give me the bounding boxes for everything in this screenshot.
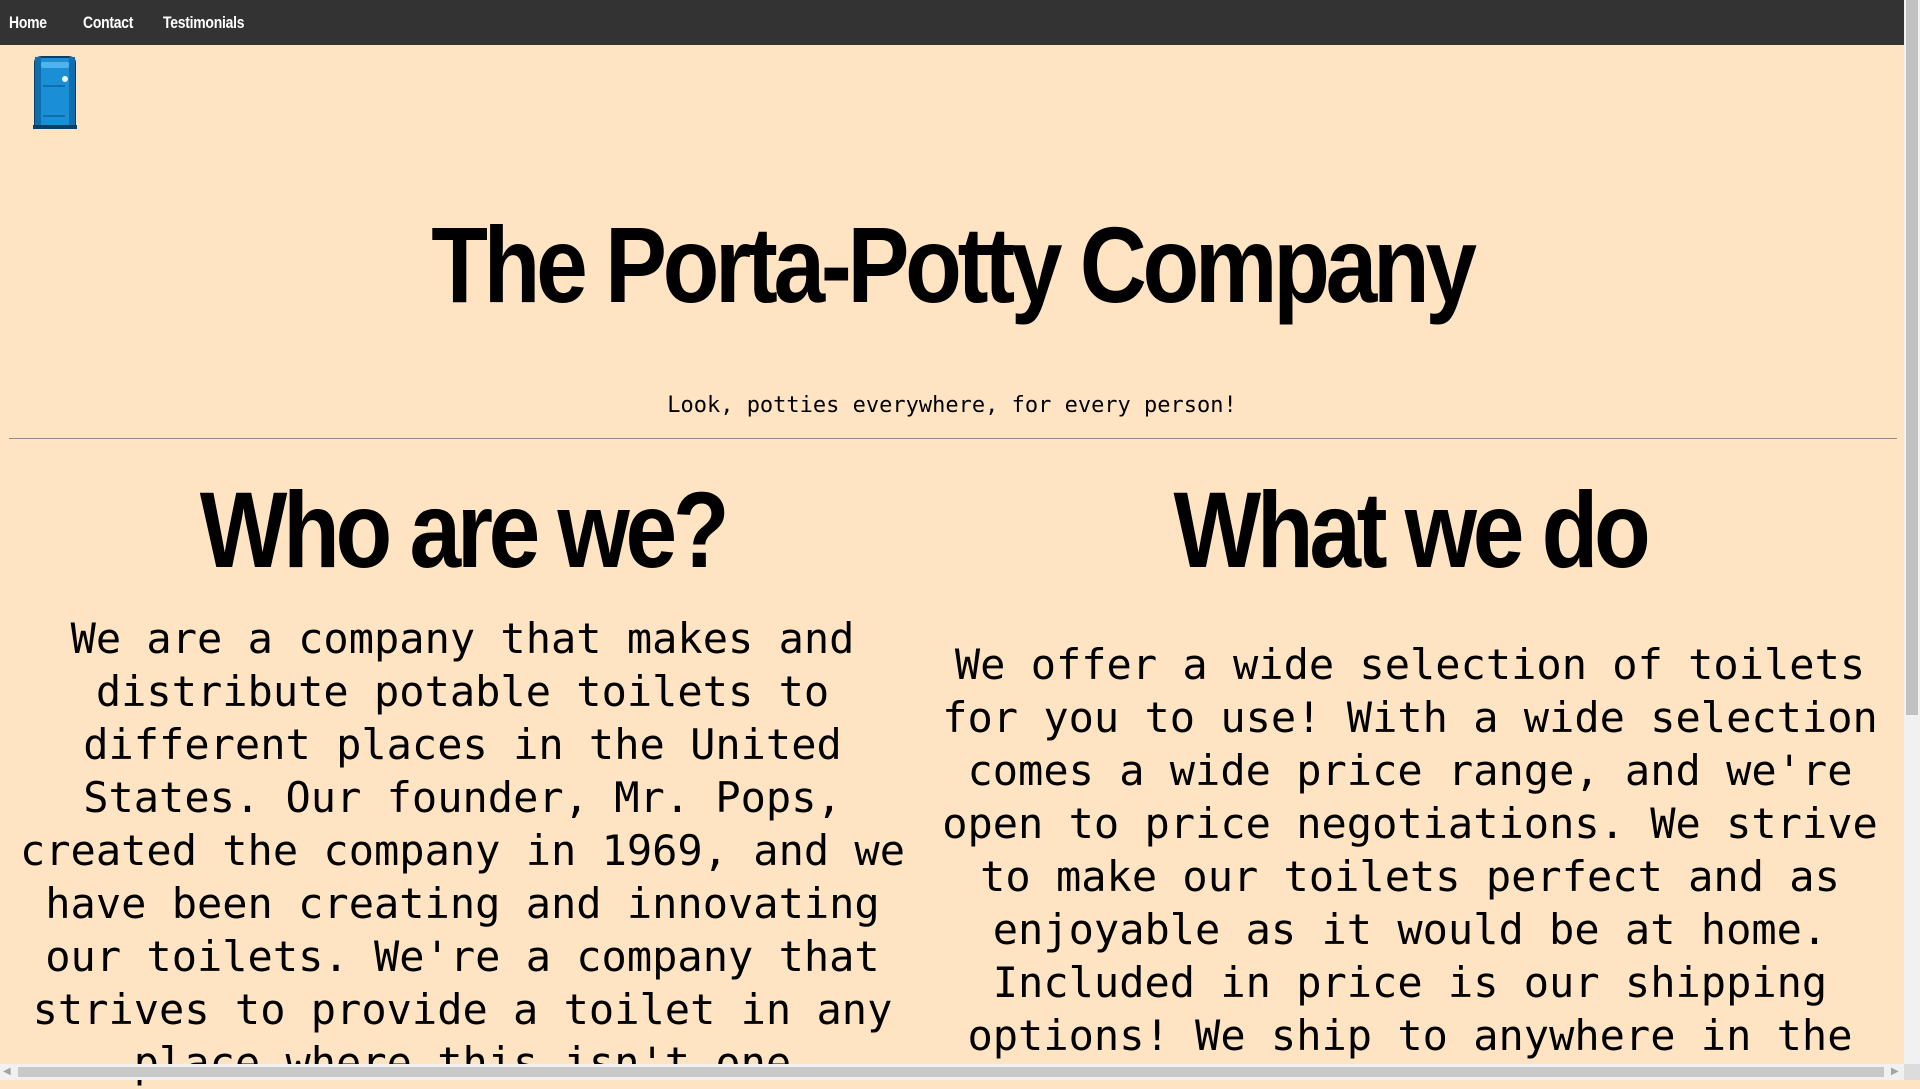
nav-link-testimonials[interactable]: Testimonials [163, 13, 244, 33]
horizontal-scrollbar[interactable]: ◀ ▶ [0, 1064, 1904, 1080]
scroll-right-arrow-icon[interactable]: ▶ [1891, 1064, 1899, 1080]
vertical-scrollbar[interactable] [1904, 0, 1920, 1064]
nav-link-contact[interactable]: Contact [83, 13, 133, 33]
page-title: The Porta-Potty Company [431, 204, 1477, 325]
section-text-what: We offer a wide selection of toilets for… [942, 640, 1878, 1060]
horizontal-scrollbar-thumb[interactable] [18, 1067, 1884, 1077]
section-text-who: We are a company that makes and distribu… [19, 614, 905, 1087]
vertical-scrollbar-thumb[interactable] [1906, 0, 1918, 715]
scroll-left-arrow-icon[interactable]: ◀ [3, 1064, 11, 1080]
section-what-we-do: What we do We offer a wide selection of … [930, 470, 1890, 1062]
section-heading-who: Who are we? [199, 469, 730, 590]
section-who-are-we: Who are we? We are a company that makes … [10, 470, 915, 1089]
nav-link-home[interactable]: Home [9, 13, 47, 33]
header-divider [9, 438, 1897, 439]
tagline: Look, potties everywhere, for every pers… [667, 393, 1237, 418]
scrollbar-corner [1904, 1064, 1920, 1080]
porta-potty-logo-icon [32, 55, 78, 129]
top-navbar: Home Contact Testimonials [0, 0, 1904, 45]
section-heading-what: What we do [1173, 469, 1651, 590]
